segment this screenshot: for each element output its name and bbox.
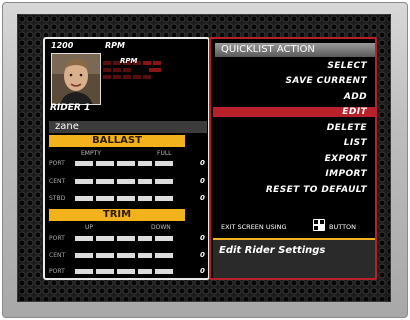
ballast-center-slider[interactable] (75, 179, 173, 184)
trim-row-label: CENT (49, 252, 66, 259)
description-box: Edit Rider Settings (213, 238, 375, 278)
action-description: Edit Rider Settings (219, 245, 326, 256)
menu-item-edit[interactable]: EDIT (342, 107, 367, 117)
menu-item-select[interactable]: SELECT (327, 61, 367, 71)
trim-port-2-value: 0 (200, 267, 205, 275)
menu-item-delete[interactable]: DELETE (327, 123, 367, 133)
menu-title: QUICKLIST ACTION (215, 43, 375, 57)
menu-item-add[interactable]: ADD (344, 92, 367, 102)
rider-panel: 1200 RPM RPM RIDER 1 zane BALLAST EMPTY … (43, 37, 210, 280)
ballast-row-label: STBD (49, 195, 66, 202)
trim-row-label: PORT (49, 268, 65, 275)
ballast-empty-label: EMPTY (81, 150, 101, 157)
ballast-center-value: 0 (200, 177, 205, 185)
trim-center-value: 0 (200, 251, 205, 259)
menu-item-list[interactable]: LIST (344, 138, 367, 148)
trim-center-slider[interactable] (75, 253, 173, 258)
ballast-port-value: 0 (200, 159, 205, 167)
menu-item-export[interactable]: EXPORT (325, 154, 367, 164)
menu-item-save-current[interactable]: SAVE CURRENT (286, 76, 367, 86)
ballast-starboard-slider[interactable] (75, 196, 173, 201)
menu-item-import[interactable]: IMPORT (325, 169, 367, 179)
trim-up-label: UP (85, 224, 94, 231)
dpad-button-icon (313, 219, 325, 231)
gauge-rpm-label: RPM (120, 57, 138, 65)
rpm-label: RPM (105, 41, 125, 50)
rpm-readout: 1200 (51, 41, 74, 50)
ballast-row-label: PORT (49, 160, 65, 167)
rider-number-label: RIDER 1 (50, 103, 91, 113)
trim-port-slider[interactable] (75, 236, 173, 241)
ballast-full-label: FULL (157, 150, 172, 157)
ballast-header: BALLAST (49, 135, 185, 147)
ballast-starboard-value: 0 (200, 194, 205, 202)
ballast-row-label: CENT (49, 178, 66, 185)
trim-row-label: PORT (49, 235, 65, 242)
trim-port-value: 0 (200, 234, 205, 242)
exit-button-label: BUTTON (329, 223, 357, 231)
exit-instruction: EXIT SCREEN USING (221, 223, 287, 231)
trim-header: TRIM (49, 209, 185, 221)
rider-photo (51, 53, 101, 105)
trim-down-label: DOWN (151, 224, 171, 231)
trim-port-2-slider[interactable] (75, 269, 173, 274)
rider-name: zane (55, 121, 79, 132)
quicklist-menu: QUICKLIST ACTION SELECT SAVE CURRENT ADD… (209, 37, 377, 280)
ballast-port-slider[interactable] (75, 161, 173, 166)
menu-item-reset-to-default[interactable]: RESET TO DEFAULT (266, 185, 367, 195)
